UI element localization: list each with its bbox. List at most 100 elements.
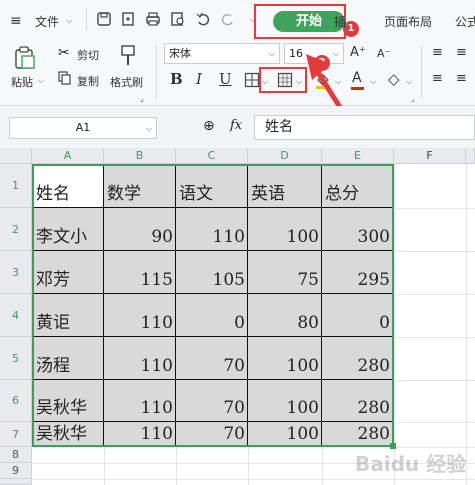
column-header[interactable]: B bbox=[104, 148, 176, 164]
select-all-corner[interactable] bbox=[0, 148, 32, 164]
table-cell[interactable]: 吴秋华 bbox=[33, 422, 104, 446]
name-box[interactable]: A1 ⌵ bbox=[9, 117, 157, 139]
table-cell[interactable]: 110 bbox=[176, 208, 248, 251]
table-cell[interactable]: 90 bbox=[104, 208, 176, 251]
row-header[interactable]: 8 bbox=[0, 447, 32, 463]
gridline bbox=[466, 164, 467, 485]
print-icon[interactable] bbox=[145, 11, 161, 27]
data-table: 姓名 数学 语文 英语 总分 李文小 90 110 100 300 邓芳 115… bbox=[33, 165, 393, 446]
table-cell[interactable]: 吴秋华 bbox=[33, 380, 104, 422]
table-cell[interactable]: 280 bbox=[322, 422, 393, 446]
undo-icon[interactable] bbox=[195, 11, 211, 27]
row-header[interactable]: 6 bbox=[0, 380, 32, 422]
table-cell[interactable]: 100 bbox=[248, 208, 322, 251]
scissors-icon[interactable]: ✂ bbox=[58, 45, 70, 61]
align-top-icon[interactable]: ≡ bbox=[432, 45, 443, 60]
watermark: Baidu 经验 bbox=[355, 452, 467, 476]
table-cell[interactable]: 100 bbox=[248, 422, 322, 446]
tab-insert[interactable]: 插 bbox=[334, 13, 346, 30]
table-cell[interactable]: 110 bbox=[104, 337, 176, 380]
chevron-down-icon[interactable]: ⌵ bbox=[146, 119, 152, 138]
table-cell[interactable]: 英语 bbox=[248, 165, 322, 208]
row-header[interactable]: 2 bbox=[0, 208, 32, 251]
column-header[interactable] bbox=[466, 148, 475, 164]
row-header[interactable]: 4 bbox=[0, 294, 32, 337]
chevron-down-icon[interactable]: ⌵ bbox=[406, 77, 412, 87]
table-cell[interactable]: 汤程 bbox=[33, 337, 104, 380]
column-header[interactable]: E bbox=[322, 148, 394, 164]
paste-icon[interactable] bbox=[14, 46, 36, 70]
copy-button[interactable]: 复制 bbox=[77, 73, 99, 89]
row-header[interactable]: 9 bbox=[0, 463, 32, 479]
zoom-icon[interactable]: ⊕ bbox=[203, 118, 215, 134]
formula-bar: A1 ⌵ ⊕ fx 姓名 bbox=[0, 106, 475, 148]
table-cell[interactable]: 邓芳 bbox=[33, 251, 104, 294]
paste-label[interactable]: 粘贴 bbox=[11, 74, 33, 90]
table-cell[interactable]: 总分 bbox=[322, 165, 393, 208]
chevron-down-icon[interactable]: ⌵ bbox=[269, 44, 275, 63]
table-cell[interactable]: 280 bbox=[322, 380, 393, 422]
table-cell[interactable]: 280 bbox=[322, 337, 393, 380]
bold-button[interactable]: B bbox=[170, 70, 183, 88]
format-painter-icon[interactable] bbox=[118, 44, 140, 68]
table-cell[interactable]: 黄讵 bbox=[33, 294, 104, 337]
table-cell[interactable]: 姓名 bbox=[33, 165, 104, 208]
table-cell[interactable]: 语文 bbox=[176, 165, 248, 208]
tab-page-layout[interactable]: 页面布局 bbox=[384, 13, 432, 30]
table-cell[interactable]: 295 bbox=[322, 251, 393, 294]
column-header[interactable]: D bbox=[248, 148, 322, 164]
copy-icon[interactable] bbox=[58, 71, 72, 85]
table-cell[interactable]: 100 bbox=[248, 380, 322, 422]
chevron-down-icon[interactable]: ⌵ bbox=[66, 16, 72, 26]
table-cell[interactable]: 数学 bbox=[104, 165, 176, 208]
chevron-down-icon[interactable]: ⌵ bbox=[38, 76, 44, 86]
row-header[interactable]: 7 bbox=[0, 422, 32, 447]
row-header[interactable]: 5 bbox=[0, 337, 32, 380]
formula-input[interactable]: 姓名 bbox=[254, 115, 475, 140]
column-header[interactable]: F bbox=[394, 148, 466, 164]
cut-button[interactable]: 剪切 bbox=[77, 47, 99, 63]
hamburger-icon[interactable]: ≡ bbox=[10, 13, 22, 29]
table-cell[interactable]: 100 bbox=[248, 337, 322, 380]
clipboard-expand-icon[interactable]: ⌟ bbox=[140, 94, 144, 103]
table-cell[interactable]: 70 bbox=[176, 380, 248, 422]
table-cell[interactable]: 70 bbox=[176, 337, 248, 380]
cell-pattern-icon[interactable] bbox=[277, 72, 293, 88]
format-painter-button[interactable]: 格式刷 bbox=[110, 74, 143, 90]
table-cell[interactable]: 110 bbox=[104, 422, 176, 446]
redo-icon[interactable] bbox=[220, 11, 236, 27]
column-header[interactable]: C bbox=[176, 148, 248, 164]
table-cell[interactable]: 105 bbox=[176, 251, 248, 294]
export-pdf-icon[interactable] bbox=[120, 11, 136, 27]
italic-button[interactable]: I bbox=[196, 70, 202, 88]
table-cell[interactable]: 0 bbox=[322, 294, 393, 337]
underline-button[interactable]: U bbox=[219, 70, 232, 88]
tab-formulas[interactable]: 公式 bbox=[455, 13, 475, 30]
table-cell[interactable]: 115 bbox=[104, 251, 176, 294]
save-icon[interactable] bbox=[96, 11, 112, 27]
table-cell[interactable]: 300 bbox=[322, 208, 393, 251]
table-cell[interactable]: 李文小 bbox=[33, 208, 104, 251]
align-center-icon[interactable]: ≡ bbox=[456, 71, 467, 86]
table-cell[interactable]: 70 bbox=[176, 422, 248, 446]
row-header[interactable] bbox=[0, 479, 32, 485]
table-cell[interactable]: 110 bbox=[104, 294, 176, 337]
font-expand-icon[interactable]: ⌟ bbox=[411, 94, 415, 103]
table-cell[interactable]: 80 bbox=[248, 294, 322, 337]
fx-label[interactable]: fx bbox=[230, 118, 242, 133]
font-name-select[interactable]: 宋体 ⌵ bbox=[164, 43, 280, 64]
print-preview-icon[interactable] bbox=[170, 11, 186, 27]
align-middle-icon[interactable]: ≡ bbox=[456, 45, 467, 60]
row-header[interactable]: 1 bbox=[0, 164, 32, 208]
table-cell[interactable]: 0 bbox=[176, 294, 248, 337]
eraser-icon[interactable]: ◇ bbox=[388, 70, 400, 88]
row-header[interactable]: 3 bbox=[0, 251, 32, 294]
borders-icon[interactable] bbox=[244, 72, 260, 88]
gridline bbox=[248, 447, 249, 485]
table-cell[interactable]: 75 bbox=[248, 251, 322, 294]
font-name-value: 宋体 bbox=[169, 47, 191, 60]
align-left-icon[interactable]: ≡ bbox=[432, 71, 443, 86]
table-cell[interactable]: 110 bbox=[104, 380, 176, 422]
file-menu[interactable]: 文件 bbox=[35, 13, 59, 30]
column-header[interactable]: A bbox=[32, 148, 104, 164]
